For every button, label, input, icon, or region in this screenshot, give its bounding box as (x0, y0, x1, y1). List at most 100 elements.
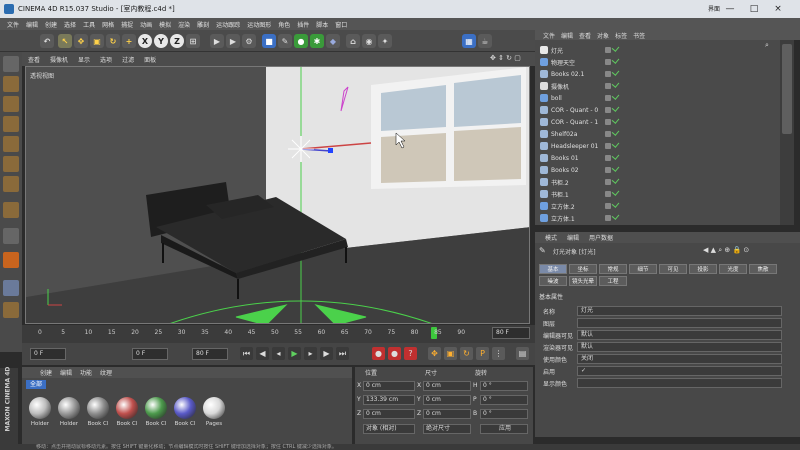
visibility-dots-icon[interactable] (605, 131, 611, 137)
enabled-check-icon[interactable] (611, 188, 620, 196)
visibility-dots-icon[interactable] (605, 95, 611, 101)
go-to-start-icon[interactable]: ⏮ (240, 347, 253, 360)
x-axis-icon[interactable]: X (138, 34, 152, 48)
object-row[interactable]: Books 02 (535, 164, 780, 176)
attribute-value-field[interactable]: 默认 (577, 342, 782, 352)
current-frame-field[interactable]: 0 F (30, 348, 66, 360)
timeline[interactable]: 80 F 0 5 10 15 20 25 30 35 40 45 50 55 60 65 70 75 80 85 9… (22, 325, 535, 343)
visibility-dots-icon[interactable] (605, 59, 611, 65)
minimize-button[interactable]: — (722, 3, 738, 15)
workplane-lock-icon[interactable] (3, 280, 19, 296)
enabled-check-icon[interactable] (611, 92, 620, 100)
coord-mode-dropdown[interactable]: 对象 (相对) (363, 424, 415, 434)
enabled-check-icon[interactable] (611, 176, 620, 184)
enabled-check-icon[interactable] (611, 104, 620, 112)
tweak-icon[interactable] (3, 228, 19, 244)
object-flags[interactable] (605, 80, 620, 89)
end-frame-field[interactable]: 80 F (192, 348, 228, 360)
points-mode-icon[interactable] (3, 136, 19, 152)
menu-item[interactable]: 网格 (99, 20, 117, 29)
attribute-value-field[interactable] (577, 378, 782, 388)
object-row[interactable]: 物理天空 (535, 56, 780, 68)
object-flags[interactable] (605, 164, 620, 173)
object-flags[interactable] (605, 200, 620, 209)
position-field[interactable]: 0 cm (363, 409, 415, 419)
menu-item[interactable]: 工具 (80, 20, 98, 29)
material-swatch[interactable] (87, 397, 109, 419)
menu-item[interactable]: 雕刻 (194, 20, 212, 29)
close-button[interactable]: × (770, 3, 786, 15)
object-row[interactable]: Headsleeper 01 (535, 140, 780, 152)
enabled-check-icon[interactable] (611, 212, 620, 220)
play-icon[interactable]: ▶ (288, 347, 301, 360)
visibility-dots-icon[interactable] (605, 83, 611, 89)
position-key-icon[interactable]: ✥ (428, 347, 441, 360)
polygons-mode-icon[interactable] (3, 176, 19, 192)
next-key-icon[interactable]: ▶ (320, 347, 333, 360)
rotation-field[interactable]: 0 ° (480, 395, 528, 405)
position-field[interactable]: 133.39 cm (363, 395, 415, 405)
visibility-dots-icon[interactable] (605, 155, 611, 161)
scale-tool-icon[interactable]: ▣ (90, 34, 104, 48)
scrollbar-thumb[interactable] (782, 44, 792, 134)
viewport-nav-icons[interactable]: ✥ ⇕ ↻ ▢ (490, 54, 530, 64)
pen-spline-icon[interactable]: ✎ (278, 34, 292, 48)
viewport-menu-item[interactable]: 显示 (78, 55, 90, 64)
object-row[interactable]: COR - Quant - 1 (535, 116, 780, 128)
visibility-dots-icon[interactable] (605, 179, 611, 185)
attribute-value-field[interactable]: ✓ (577, 366, 782, 376)
object-menu-item[interactable]: 对象 (597, 31, 609, 40)
material-swatch[interactable] (203, 397, 225, 419)
menu-item[interactable]: 模拟 (156, 20, 174, 29)
scale-key-icon[interactable]: ▣ (444, 347, 457, 360)
attribute-value-field[interactable] (577, 318, 782, 328)
menu-item[interactable]: 插件 (294, 20, 312, 29)
visibility-dots-icon[interactable] (605, 167, 611, 173)
attribute-tab[interactable]: 噪波 (539, 276, 567, 286)
enabled-check-icon[interactable] (611, 68, 620, 76)
timeline-end-field[interactable]: 80 F (492, 327, 530, 339)
enabled-check-icon[interactable] (611, 44, 620, 52)
object-menu-item[interactable]: 标签 (615, 31, 627, 40)
menu-item[interactable]: 选择 (61, 20, 79, 29)
param-key-icon[interactable]: P (476, 347, 489, 360)
object-flags[interactable] (605, 116, 620, 125)
attribute-nav-icons[interactable]: ◀ ▲ ⌕ ⊕ 🔒 ⊙ (703, 246, 749, 255)
select-tool-icon[interactable]: ↖ (58, 34, 72, 48)
axis-mode-icon[interactable] (3, 202, 19, 218)
material-swatch[interactable] (174, 397, 196, 419)
next-frame-icon[interactable]: ▸ (304, 347, 317, 360)
menu-item[interactable]: 创建 (42, 20, 60, 29)
visibility-dots-icon[interactable] (605, 107, 611, 113)
material-swatch[interactable] (29, 397, 51, 419)
coordinate-system-icon[interactable]: ⊞ (186, 34, 200, 48)
material-filter-tab[interactable]: 全部 (26, 380, 47, 389)
object-row[interactable]: Shelf02a (535, 128, 780, 140)
size-field[interactable]: 0 cm (423, 381, 471, 391)
rotate-tool-icon[interactable]: ↻ (106, 34, 120, 48)
object-menu-item[interactable]: 书签 (633, 31, 645, 40)
viewport-menu-item[interactable]: 摄像机 (50, 55, 68, 64)
material-menu-item[interactable]: 功能 (80, 368, 92, 377)
edges-mode-icon[interactable] (3, 156, 19, 172)
object-flags[interactable] (605, 104, 620, 113)
menu-item[interactable]: 运动跟踪 (213, 20, 243, 29)
object-flags[interactable] (605, 140, 620, 149)
attribute-value-field[interactable]: 默认 (577, 330, 782, 340)
rotation-field[interactable]: 0 ° (480, 409, 528, 419)
menu-item[interactable]: 动画 (137, 20, 155, 29)
add-icon[interactable]: + (122, 34, 136, 48)
object-menu-item[interactable]: 查看 (579, 31, 591, 40)
undo-icon[interactable]: ↶ (40, 34, 54, 48)
size-field[interactable]: 0 cm (423, 395, 471, 405)
attribute-tab[interactable]: 投影 (689, 264, 717, 274)
visibility-dots-icon[interactable] (605, 215, 611, 221)
render-picture-icon[interactable]: ▶ (226, 34, 240, 48)
make-editable-icon[interactable] (3, 56, 19, 72)
start-frame-field[interactable]: 0 F (132, 348, 168, 360)
attribute-tab[interactable]: 焦散 (749, 264, 777, 274)
object-flags[interactable] (605, 176, 620, 185)
attribute-tab[interactable]: 坐标 (569, 264, 597, 274)
material-menu-item[interactable]: 创建 (40, 368, 52, 377)
object-row[interactable]: 书柜.1 (535, 188, 780, 200)
